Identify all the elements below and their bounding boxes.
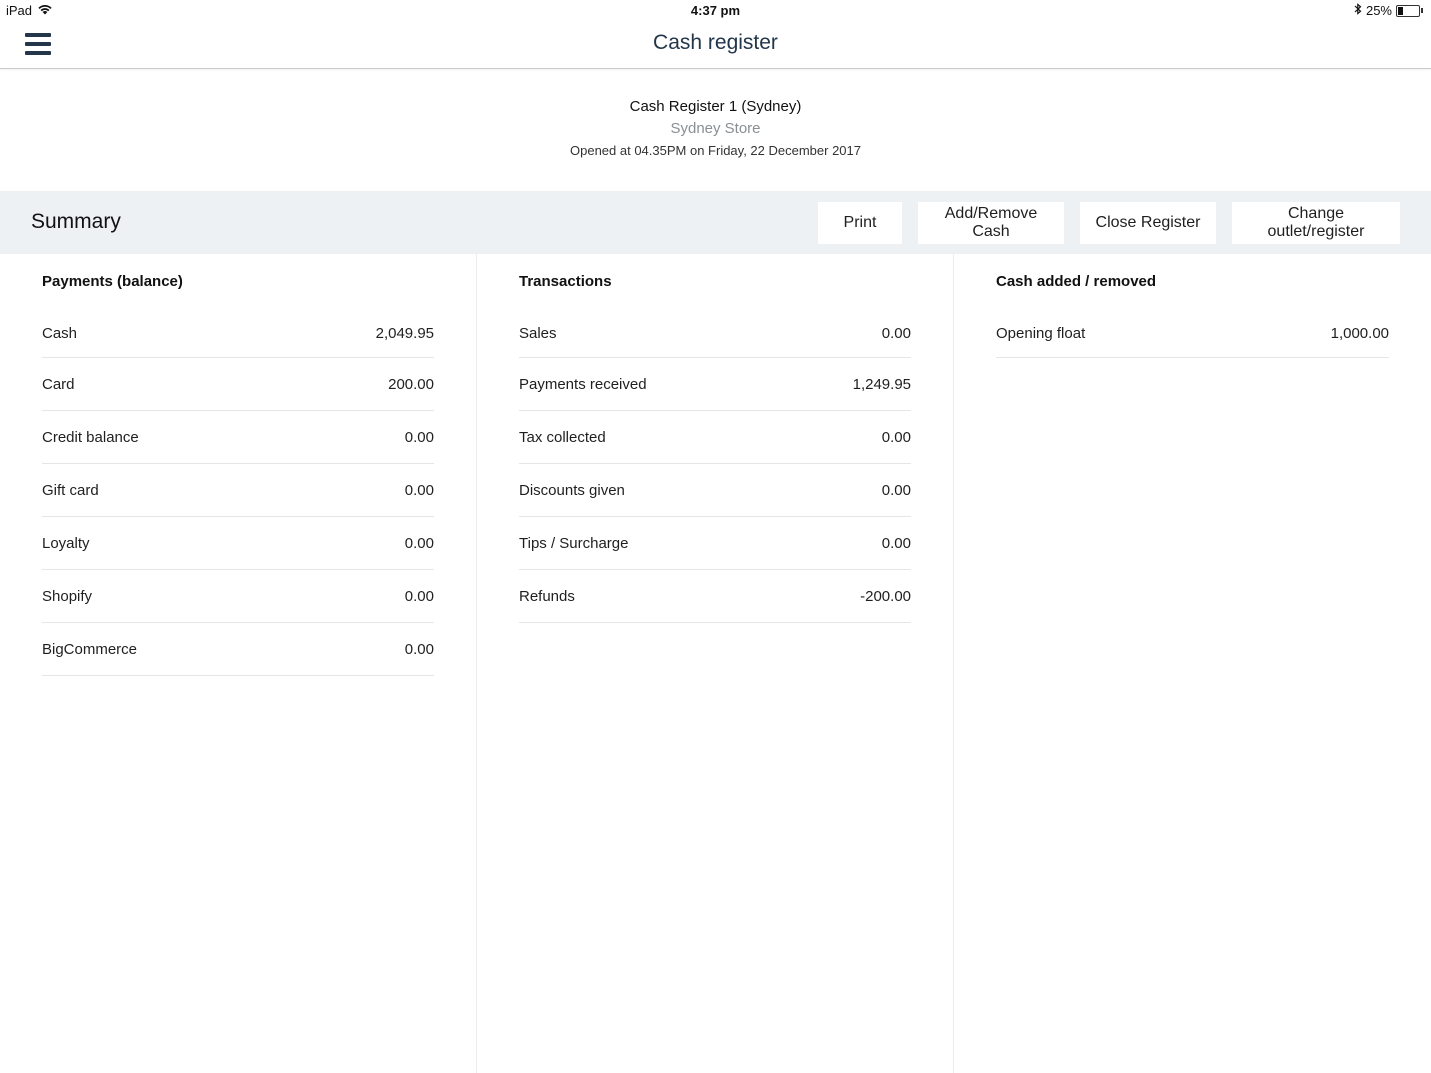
row-label: Tips / Surcharge [519, 534, 629, 552]
row-value: 0.00 [404, 428, 434, 446]
list-item: Cash 2,049.95 [42, 310, 434, 358]
summary-title: Summary [31, 210, 121, 233]
print-button[interactable]: Print [818, 202, 902, 244]
list-item: Tips / Surcharge 0.00 [519, 517, 911, 570]
close-register-button[interactable]: Close Register [1080, 202, 1216, 244]
row-value: 200.00 [388, 375, 434, 393]
list-item: Tax collected 0.00 [519, 411, 911, 464]
list-item: Payments received 1,249.95 [519, 358, 911, 411]
row-value: 0.00 [404, 640, 434, 658]
row-label: Credit balance [42, 428, 139, 446]
register-store: Sydney Store [670, 120, 761, 137]
cash-movements-column: Cash added / removed Opening float 1,000.… [954, 254, 1431, 1073]
list-item: Discounts given 0.00 [519, 464, 911, 517]
battery-icon [1396, 4, 1423, 17]
row-value: 0.00 [881, 428, 911, 446]
list-item: Credit balance 0.00 [42, 411, 434, 464]
row-label: Gift card [42, 481, 99, 499]
row-label: Opening float [996, 325, 1086, 342]
row-value: 0.00 [881, 481, 911, 499]
row-value: 0.00 [404, 481, 434, 499]
row-value: -200.00 [860, 587, 911, 605]
row-label: Sales [519, 325, 557, 342]
nav-bar: Cash register [0, 22, 1431, 69]
register-info: Cash Register 1 (Sydney) Sydney Store Op… [0, 96, 1431, 162]
add-remove-cash-button[interactable]: Add/Remove Cash [918, 202, 1064, 244]
row-label: Discounts given [519, 481, 625, 499]
row-label: Tax collected [519, 428, 606, 446]
row-value: 1,000.00 [1330, 325, 1389, 342]
row-label: Cash [42, 325, 78, 342]
change-outlet-register-button[interactable]: Change outlet/register [1232, 202, 1400, 244]
payments-column: Payments (balance) Cash 2,049.95 Card 200.0… [0, 254, 477, 1073]
row-label: BigCommerce [42, 640, 138, 658]
transactions-column: Transactions Sales 0.00 Payments received 1… [477, 254, 954, 1073]
list-item: Shopify 0.00 [42, 570, 434, 623]
row-label: Payments received [519, 375, 647, 393]
row-value: 0.00 [404, 534, 434, 552]
status-bar: iPad 4:37 pm 25% [0, 0, 1431, 22]
list-item: Sales 0.00 [519, 310, 911, 358]
list-item: Loyalty 0.00 [42, 517, 434, 570]
status-right: 25% [1354, 3, 1423, 18]
summary-columns: Payments (balance) Cash 2,049.95 Card 200.0… [0, 254, 1431, 1073]
row-value: 0.00 [881, 534, 911, 552]
cash-movements-heading: Cash added / removed [996, 273, 1157, 290]
payments-heading: Payments (balance) [42, 273, 183, 290]
row-value: 1,249.95 [852, 375, 911, 393]
transactions-heading: Transactions [519, 273, 612, 290]
row-value: 0.00 [404, 587, 434, 605]
list-item: Gift card 0.00 [42, 464, 434, 517]
battery-percent: 25% [1365, 3, 1392, 18]
list-item: Opening float 1,000.00 [996, 310, 1389, 358]
register-name: Cash Register 1 (Sydney) [629, 98, 802, 115]
clock: 4:37 pm [690, 3, 741, 18]
summary-bar: Summary Print Add/Remove Cash Close Regi… [0, 191, 1431, 254]
register-opened-time: Opened at 04.35PM on Friday, 22 December… [570, 143, 861, 158]
summary-actions: Print Add/Remove Cash Close Register Cha… [818, 202, 1400, 244]
list-item: Card 200.00 [42, 358, 434, 411]
row-label: Loyalty [42, 534, 90, 552]
row-value: 0.00 [881, 325, 911, 342]
bluetooth-icon [1354, 3, 1362, 18]
row-label: Refunds [519, 587, 575, 605]
row-label: Card [42, 375, 75, 393]
list-item: Refunds -200.00 [519, 570, 911, 623]
page-title: Cash register [653, 31, 778, 54]
row-label: Shopify [42, 587, 93, 605]
row-value: 2,049.95 [375, 325, 434, 342]
list-item: BigCommerce 0.00 [42, 623, 434, 676]
